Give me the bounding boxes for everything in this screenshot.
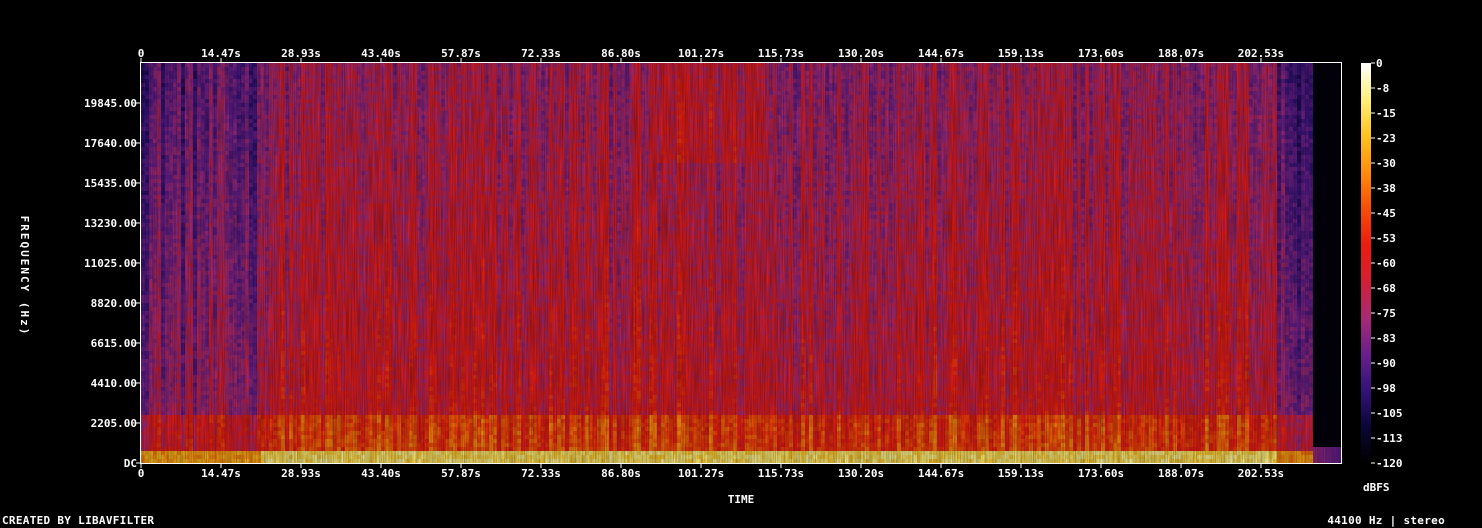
colorbar-tick-label: -38	[1376, 182, 1396, 195]
footer-credit: CREATED BY LIBAVFILTER	[2, 514, 155, 527]
colorbar-tick-label: -83	[1376, 332, 1396, 345]
colorbar-tick-label: -15	[1376, 107, 1396, 120]
x-tick-label-top: 173.60s	[1078, 47, 1124, 60]
x-tick-label-top: 86.80s	[601, 47, 641, 60]
x-tick-label-top: 72.33s	[521, 47, 561, 60]
x-tick-label-bottom: 28.93s	[281, 467, 321, 480]
y-tick-label: 11025.00	[84, 257, 137, 270]
x-tick-label-top: 159.13s	[998, 47, 1044, 60]
y-tick-label: 2205.00	[91, 417, 137, 430]
x-axis-bottom: 0 14.47s 28.93s 43.40s 57.87s 72.33s 86.80s 101…	[138, 463, 1284, 480]
x-tick-label-top: 0	[138, 47, 145, 60]
colorbar-tick-label: 0	[1376, 57, 1383, 70]
colorbar-tick-label: -105	[1376, 407, 1403, 420]
colorbar-tick-label: -60	[1376, 257, 1396, 270]
x-tick-label-bottom: 0	[138, 467, 145, 480]
x-tick-label-top: 202.53s	[1238, 47, 1284, 60]
y-tick-label: 15435.00	[84, 177, 137, 190]
colorbar-tick-label: -120	[1376, 457, 1403, 470]
x-tick-label-bottom: 14.47s	[201, 467, 241, 480]
x-tick-label-top: 28.93s	[281, 47, 321, 60]
x-tick-label-top: 57.87s	[441, 47, 481, 60]
x-tick-label-bottom: 188.07s	[1158, 467, 1204, 480]
spectrogram-chart: 0 14.47s 28.93s 43.40s 57.87s 72.33s 86.80s 101…	[18, 47, 1403, 506]
x-tick-label-top: 144.67s	[918, 47, 964, 60]
colorbar-tick-label: -45	[1376, 207, 1396, 220]
x-axis-label: TIME	[728, 493, 755, 506]
y-axis: DC 2205.00 4410.00 6615.00 8820.00 11025.00 13…	[84, 97, 141, 470]
x-tick-label-bottom: 101.27s	[678, 467, 724, 480]
y-tick-label: 13230.00	[84, 217, 137, 230]
x-tick-label-bottom: 57.87s	[441, 467, 481, 480]
x-tick-label-bottom: 115.73s	[758, 467, 804, 480]
y-axis-label: FREQUENCY (Hz)	[18, 216, 31, 337]
x-tick-label-bottom: 43.40s	[361, 467, 401, 480]
x-tick-label-top: 101.27s	[678, 47, 724, 60]
y-tick-label: 19845.00	[84, 97, 137, 110]
y-tick-label: 8820.00	[91, 297, 137, 310]
x-tick-label-top: 188.07s	[1158, 47, 1204, 60]
x-tick-label-top: 14.47s	[201, 47, 241, 60]
x-axis-top: 0 14.47s 28.93s 43.40s 57.87s 72.33s 86.80s 101…	[138, 47, 1284, 63]
colorbar-tick-label: -53	[1376, 232, 1396, 245]
spectrogram-texture	[141, 63, 1341, 463]
colorbar-tick-label: -23	[1376, 132, 1396, 145]
x-tick-label-bottom: 72.33s	[521, 467, 561, 480]
x-tick-label-bottom: 159.13s	[998, 467, 1044, 480]
colorbar: 0 -8 -15 -23 -30 -38 -45 -53 -60 -68 -75 -83 -90 -98 -…	[1361, 57, 1403, 470]
colorbar-label: dBFS	[1363, 481, 1390, 494]
x-tick-label-bottom: 130.20s	[838, 467, 884, 480]
colorbar-tick-label: -98	[1376, 382, 1396, 395]
colorbar-gradient	[1361, 63, 1371, 463]
y-tick-label: 4410.00	[91, 377, 137, 390]
x-tick-label-bottom: 86.80s	[601, 467, 641, 480]
colorbar-tick-label: -8	[1376, 82, 1389, 95]
y-tick-label: 17640.00	[84, 137, 137, 150]
footer-sample-info: 44100 Hz | stereo	[1327, 514, 1445, 527]
colorbar-tick-label: -30	[1376, 157, 1396, 170]
colorbar-tick-label: -113	[1376, 432, 1403, 445]
x-tick-label-top: 130.20s	[838, 47, 884, 60]
y-tick-label: DC	[124, 457, 137, 470]
x-tick-label-bottom: 144.67s	[918, 467, 964, 480]
spectrogram-plot-area	[140, 62, 1342, 464]
x-tick-label-top: 43.40s	[361, 47, 401, 60]
x-tick-label-top: 115.73s	[758, 47, 804, 60]
x-tick-label-bottom: 202.53s	[1238, 467, 1284, 480]
y-tick-label: 6615.00	[91, 337, 137, 350]
colorbar-tick-label: -68	[1376, 282, 1396, 295]
x-tick-label-bottom: 173.60s	[1078, 467, 1124, 480]
colorbar-tick-label: -75	[1376, 307, 1396, 320]
colorbar-tick-label: -90	[1376, 357, 1396, 370]
